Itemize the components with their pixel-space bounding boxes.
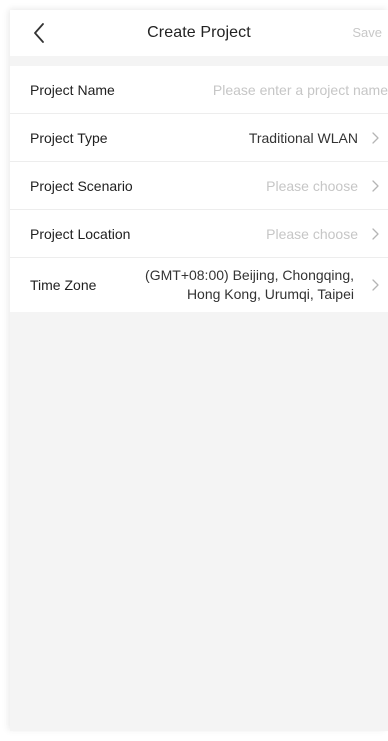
chevron-right-icon xyxy=(372,131,379,144)
project-location-label: Project Location xyxy=(30,225,131,242)
time-zone-value-line2: Hong Kong, Urumqi, Taipei xyxy=(186,286,354,302)
project-scenario-placeholder: Please choose xyxy=(266,177,358,194)
section-gap xyxy=(10,56,388,66)
chevron-right-icon xyxy=(372,279,379,291)
page-title: Create Project xyxy=(147,24,251,41)
create-project-screen: Create Project Save Project Name Project… xyxy=(10,10,388,731)
back-button[interactable] xyxy=(28,21,50,45)
time-zone-label: Time Zone xyxy=(30,277,97,293)
project-scenario-label: Project Scenario xyxy=(30,177,133,194)
project-name-input[interactable] xyxy=(114,81,388,98)
project-name-row: Project Name xyxy=(10,66,388,114)
project-type-label: Project Type xyxy=(30,129,108,146)
project-form: Project Name Project Type Traditional WL… xyxy=(10,66,388,312)
chevron-left-icon xyxy=(34,23,44,43)
time-zone-value: (GMT+08:00) Beijing, Chongqing, Hong Kon… xyxy=(96,266,388,304)
project-type-row[interactable]: Project Type Traditional WLAN xyxy=(10,114,388,162)
project-name-label: Project Name xyxy=(30,81,115,98)
project-type-value: Traditional WLAN xyxy=(248,129,358,146)
save-button[interactable]: Save xyxy=(352,25,382,40)
time-zone-value-line1: (GMT+08:00) Beijing, Chongqing, xyxy=(145,267,354,283)
time-zone-row[interactable]: Time Zone (GMT+08:00) Beijing, Chongqing… xyxy=(10,258,388,312)
chevron-right-icon xyxy=(372,227,379,240)
project-scenario-row[interactable]: Project Scenario Please choose xyxy=(10,162,388,210)
navigation-bar: Create Project Save xyxy=(10,10,388,56)
chevron-right-icon xyxy=(372,179,379,192)
project-location-row[interactable]: Project Location Please choose xyxy=(10,210,388,258)
project-location-placeholder: Please choose xyxy=(266,225,358,242)
